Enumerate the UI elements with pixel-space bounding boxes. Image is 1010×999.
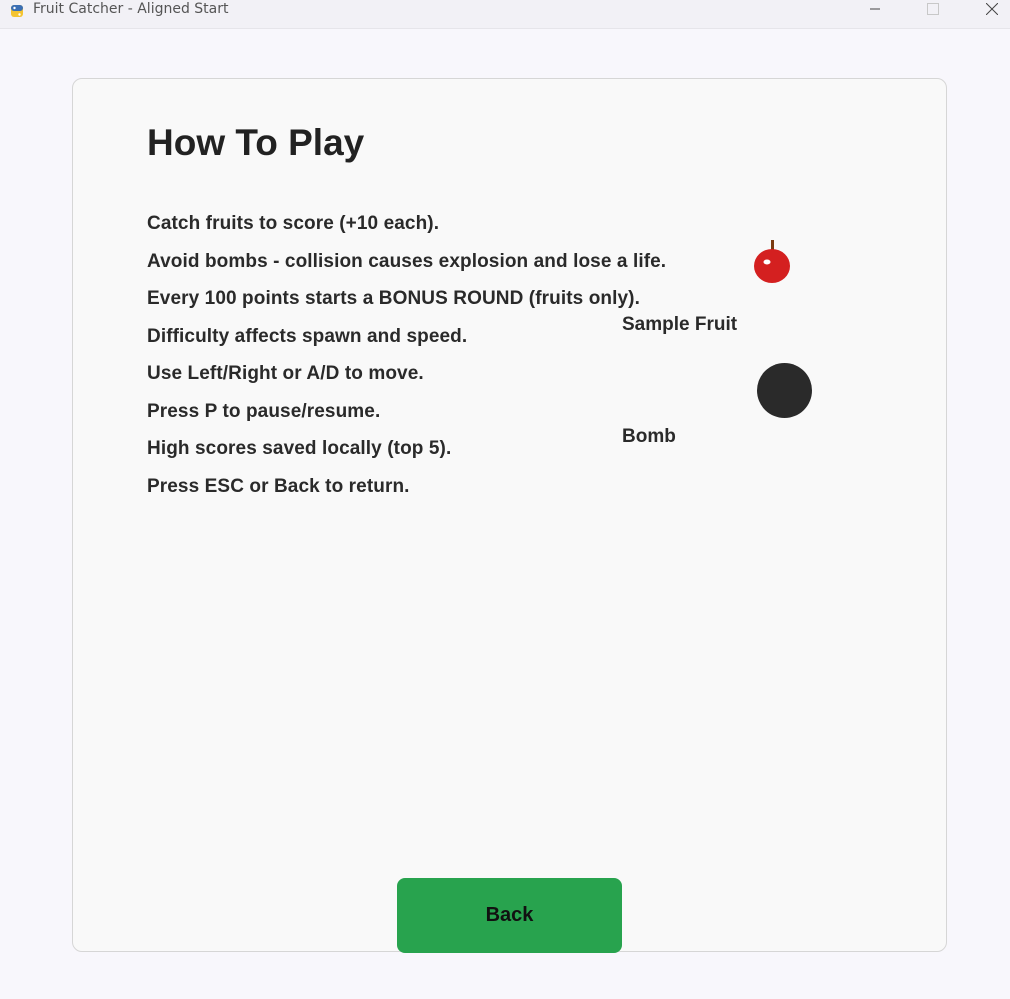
minimize-button[interactable]: [852, 0, 898, 29]
rule-line: Catch fruits to score (+10 each).: [147, 213, 440, 234]
page-title: How To Play: [147, 122, 365, 163]
rule-line: Every 100 points starts a BONUS ROUND (f…: [147, 288, 640, 309]
maximize-icon: [927, 3, 939, 15]
how-to-play-panel: [72, 78, 947, 952]
sample-fruit-label: Sample Fruit: [622, 314, 738, 335]
rule-line: Press ESC or Back to return.: [147, 476, 410, 497]
python-snake-icon: [11, 5, 23, 17]
bomb-icon: [757, 363, 812, 418]
close-icon: [986, 3, 998, 15]
window-title: Fruit Catcher - Aligned Start: [33, 1, 229, 17]
title-bar: Fruit Catcher - Aligned Start: [0, 0, 1010, 29]
rule-line: Avoid bombs - collision causes explosion…: [147, 251, 667, 272]
close-button[interactable]: [969, 0, 1010, 29]
minimize-icon: [870, 8, 880, 10]
bomb-label: Bomb: [622, 426, 676, 447]
maximize-button[interactable]: [910, 0, 956, 29]
back-button[interactable]: Back: [397, 878, 622, 953]
rule-line: Difficulty affects spawn and speed.: [147, 326, 468, 347]
rule-line: Press P to pause/resume.: [147, 401, 381, 422]
apple-icon: [754, 240, 790, 283]
rule-line: High scores saved locally (top 5).: [147, 438, 452, 459]
rule-line: Use Left/Right or A/D to move.: [147, 363, 424, 384]
